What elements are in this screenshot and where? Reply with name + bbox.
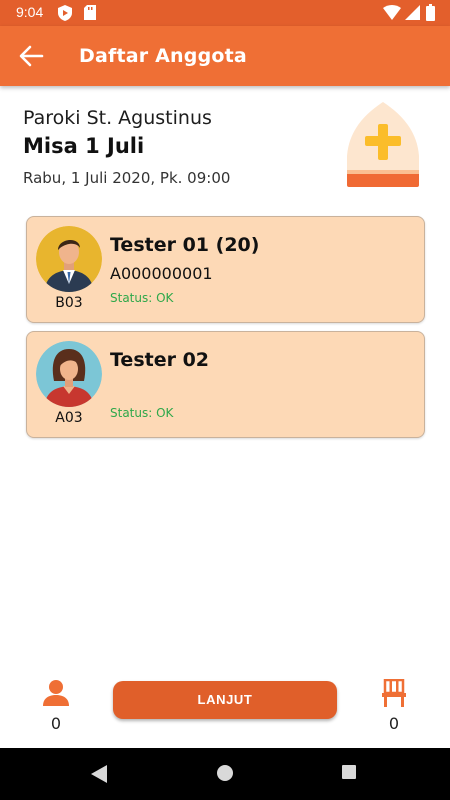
arrow-left-icon[interactable] <box>18 44 44 68</box>
female-avatar <box>36 341 102 407</box>
system-nav-bar <box>0 748 450 800</box>
seat-count: 0 <box>388 714 400 733</box>
seat-code: B03 <box>55 295 83 311</box>
shield-play-icon <box>58 5 72 21</box>
bishop-mitre-icon <box>347 102 419 187</box>
sd-card-icon <box>84 5 96 20</box>
member-card[interactable]: B03 Tester 01 (20) A000000001 Status: OK <box>26 216 425 323</box>
person-icon <box>43 680 69 706</box>
home-circle-icon[interactable] <box>216 764 234 782</box>
recents-square-icon[interactable] <box>341 764 357 780</box>
screen: 9:04 Daftar Anggota Paroki St. Agustinus… <box>0 0 450 800</box>
member-card[interactable]: A03 Tester 02 Status: OK <box>26 331 425 438</box>
signal-icon <box>405 5 420 20</box>
mass-datetime: Rabu, 1 Juli 2020, Pk. 09:00 <box>23 169 231 187</box>
status-bar: 9:04 <box>0 0 450 26</box>
lanjut-button[interactable]: LANJUT <box>113 681 337 719</box>
person-count: 0 <box>50 714 62 733</box>
member-status: Status: OK <box>110 291 174 305</box>
parish-name: Paroki St. Agustinus <box>23 107 212 129</box>
back-triangle-icon[interactable] <box>90 764 108 784</box>
mass-name: Misa 1 Juli <box>23 134 145 158</box>
wifi-icon <box>383 5 401 20</box>
seat-code: A03 <box>55 410 83 426</box>
page-title: Daftar Anggota <box>79 45 247 67</box>
member-name: Tester 02 <box>110 349 210 371</box>
member-name: Tester 01 (20) <box>110 234 260 256</box>
app-bar: Daftar Anggota <box>0 26 450 86</box>
chair-icon <box>382 679 406 707</box>
battery-icon <box>426 4 435 21</box>
member-id: A000000001 <box>110 264 213 283</box>
member-status: Status: OK <box>110 406 174 420</box>
male-avatar <box>36 226 102 292</box>
status-time: 9:04 <box>16 4 44 20</box>
